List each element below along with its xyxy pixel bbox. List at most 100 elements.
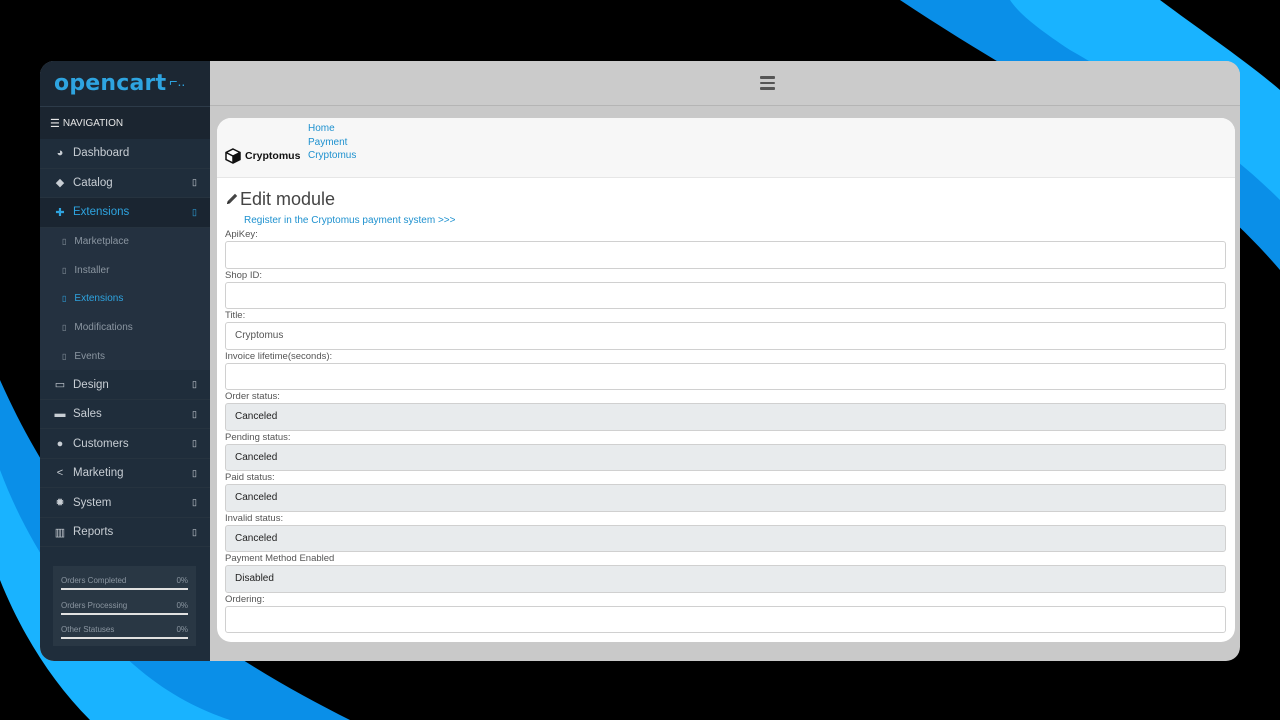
sidebar-item-customers[interactable]: ● Customers ▯ <box>40 429 210 459</box>
bullet-icon: ▯ <box>62 351 67 361</box>
form-body: Edit module Register in the Cryptomus pa… <box>217 189 1235 633</box>
stat-label: Other Statuses <box>61 625 115 634</box>
stat-label: Orders Completed <box>61 576 127 585</box>
brand-name: opencart <box>54 71 167 96</box>
top-bar <box>210 61 1240 106</box>
share-icon: < <box>56 467 64 480</box>
field-order-status: Order status: Canceled <box>225 390 1227 431</box>
app-window: opencart ⌐.. ☰ NAVIGATION ◕ Dashboard ◆ … <box>40 61 1240 661</box>
user-icon: ● <box>56 437 64 450</box>
field-label: Ordering: <box>225 593 265 605</box>
cube-icon <box>225 148 241 164</box>
field-title: Title: Cryptomus <box>225 309 1227 350</box>
sidebar-subitem-installer[interactable]: ▯ Installer <box>40 256 210 285</box>
register-link[interactable]: Register in the Cryptomus payment system… <box>244 215 1227 228</box>
sidebar-subitem-label: Installer <box>74 264 110 276</box>
payment-method-enabled-select[interactable]: Disabled <box>225 565 1226 593</box>
sidebar-subitem-marketplace[interactable]: ▯ Marketplace <box>40 227 210 257</box>
invoice-lifetime-input[interactable] <box>225 362 1226 390</box>
field-pending-status: Pending status: Canceled <box>225 431 1227 471</box>
stat-label: Orders Processing <box>61 600 128 610</box>
gear-icon: ✹ <box>55 497 65 510</box>
order-status-select[interactable]: Canceled <box>225 403 1226 431</box>
sidebar-item-marketing[interactable]: < Marketing ▯ <box>40 459 210 489</box>
bar-chart-icon: ▥ <box>54 526 66 539</box>
field-label: Paid status: <box>225 472 275 483</box>
breadcrumb-home[interactable]: Home <box>308 122 356 136</box>
sidebar-item-label: Design <box>73 378 109 391</box>
pending-status-select[interactable]: Canceled <box>225 443 1226 471</box>
sidebar-subitem-label: Extensions <box>74 293 124 305</box>
expand-icon: ▯ <box>192 467 197 478</box>
sidebar-item-reports[interactable]: ▥ Reports ▯ <box>40 518 210 548</box>
sidebar-subitem-modifications[interactable]: ▯ Modifications <box>40 313 210 342</box>
sidebar-item-label: Customers <box>73 437 129 450</box>
sidebar-item-extensions[interactable]: ✚ Extensions ▯ <box>40 198 210 228</box>
progress-bar <box>61 588 188 590</box>
navigation-header: ☰ NAVIGATION <box>40 106 210 139</box>
cart-logo-icon: ⌐.. <box>169 72 186 89</box>
invalid-status-select[interactable]: Canceled <box>225 524 1226 552</box>
field-invalid-status: Invalid status: Canceled <box>225 512 1227 552</box>
paid-status-select[interactable]: Canceled <box>225 484 1226 512</box>
sidebar-item-system[interactable]: ✹ System ▯ <box>40 488 210 518</box>
bullet-icon: ▯ <box>62 237 67 247</box>
stat-value: 0% <box>176 600 188 610</box>
field-label: Invalid status: <box>225 512 284 524</box>
sidebar-subitem-label: Events <box>74 350 105 362</box>
cart-icon: ▬ <box>54 408 66 421</box>
field-label: Order status: <box>225 391 280 402</box>
apikey-input[interactable] <box>225 241 1226 269</box>
sidebar-item-label: Dashboard <box>73 147 130 160</box>
field-label: Pending status: <box>225 431 291 443</box>
breadcrumb: Home Payment Cryptomus <box>308 122 356 163</box>
expand-icon: ▯ <box>192 497 197 508</box>
sidebar-item-sales[interactable]: ▬ Sales ▯ <box>40 400 210 430</box>
field-shop-id: Shop ID: <box>225 269 1227 309</box>
expand-icon: ▯ <box>192 408 197 419</box>
sidebar-item-label: Extensions <box>73 206 130 219</box>
breadcrumb-payment[interactable]: Payment <box>308 136 356 150</box>
dashboard-icon: ◕ <box>56 147 64 160</box>
field-label: Shop ID: <box>225 269 262 281</box>
expand-icon: ▯ <box>192 379 197 390</box>
stat-orders-completed: Orders Completed 0% <box>61 571 188 596</box>
sidebar: opencart ⌐.. ☰ NAVIGATION ◕ Dashboard ◆ … <box>40 61 210 661</box>
menu-bars-icon: ☰ <box>50 117 60 130</box>
field-label: Payment Method Enabled <box>225 553 335 564</box>
form-title-row: Edit module <box>225 189 1227 209</box>
page-title: Edit module <box>240 188 336 209</box>
sidebar-subitem-events[interactable]: ▯ Events <box>40 341 210 371</box>
field-ordering: Ordering: <box>225 593 1227 633</box>
content-panel: Cryptomus Home Payment Cryptomus Edit mo… <box>217 118 1235 642</box>
sidebar-item-label: Marketing <box>73 467 124 480</box>
shop-id-input[interactable] <box>225 281 1226 309</box>
brand-logo[interactable]: opencart ⌐.. <box>40 61 210 106</box>
sidebar-item-catalog[interactable]: ◆ Catalog ▯ <box>40 169 210 198</box>
puzzle-icon: ✚ <box>55 206 65 219</box>
title-input[interactable]: Cryptomus <box>225 322 1226 350</box>
logo-text: Cryptomus <box>245 150 301 162</box>
sidebar-item-dashboard[interactable]: ◕ Dashboard <box>40 139 210 169</box>
sidebar-subitem-extensions[interactable]: ▯ Extensions <box>40 284 210 314</box>
expand-icon: ▯ <box>192 438 197 449</box>
sidebar-subitem-label: Modifications <box>74 322 133 334</box>
cryptomus-logo: Cryptomus <box>225 148 300 164</box>
field-invoice-lifetime: Invoice lifetime(seconds): <box>225 350 1227 390</box>
menu-toggle-icon[interactable] <box>760 76 775 90</box>
bullet-icon: ▯ <box>62 265 67 275</box>
stat-orders-processing: Orders Processing 0% <box>61 596 188 621</box>
field-label: ApiKey: <box>225 229 258 240</box>
order-stats-panel: Orders Completed 0% Orders Processing 0%… <box>53 566 196 646</box>
field-label: Title: <box>225 310 246 321</box>
sidebar-item-design[interactable]: ▭ Design ▯ <box>40 370 210 400</box>
expand-icon: ▯ <box>192 526 197 537</box>
tag-icon: ◆ <box>55 177 65 190</box>
pencil-icon <box>227 193 238 204</box>
sidebar-item-label: Reports <box>73 526 114 539</box>
stat-other-statuses: Other Statuses 0% <box>61 620 188 645</box>
ordering-input[interactable] <box>225 605 1226 633</box>
sidebar-item-label: Catalog <box>73 176 113 189</box>
breadcrumb-cryptomus[interactable]: Cryptomus <box>308 149 356 163</box>
expand-icon: ▯ <box>192 206 197 217</box>
